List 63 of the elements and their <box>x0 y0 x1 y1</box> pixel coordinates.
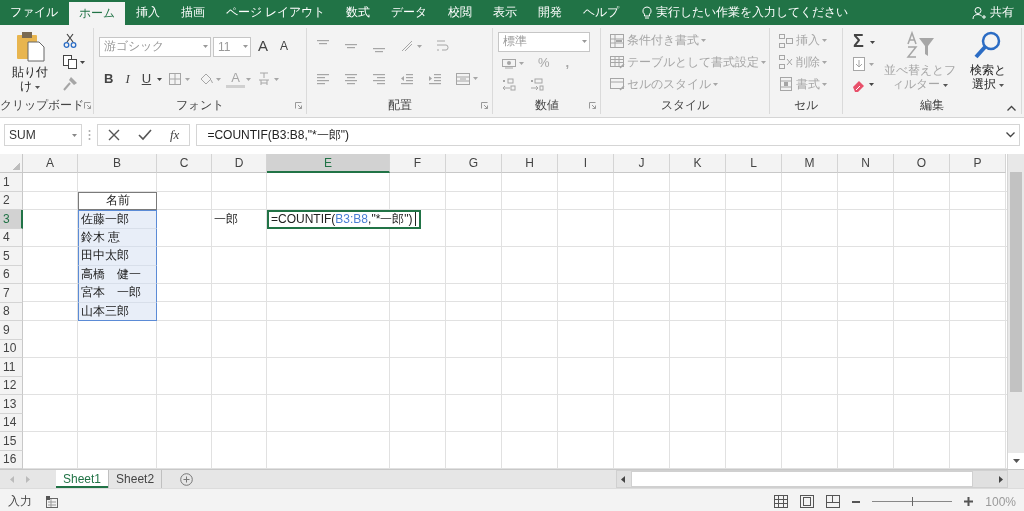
ribbon-tab[interactable]: データ <box>381 0 438 25</box>
row-header[interactable]: 1 <box>0 173 23 192</box>
ribbon-tab[interactable]: 挿入 <box>126 0 170 25</box>
ribbon-tab[interactable]: ホーム <box>69 2 125 25</box>
underline-button[interactable]: U <box>136 71 157 88</box>
column-header[interactable]: D <box>212 154 267 173</box>
column-header[interactable]: H <box>502 154 558 173</box>
grow-font-button[interactable]: A <box>253 37 273 56</box>
column-header[interactable]: C <box>157 154 212 173</box>
column-header[interactable]: M <box>782 154 838 173</box>
row-header[interactable]: 5 <box>0 247 23 266</box>
ribbon-tab[interactable]: 描画 <box>171 0 215 25</box>
bold-button[interactable]: B <box>99 71 119 88</box>
column-header[interactable]: E <box>267 154 390 173</box>
ribbon-tab[interactable]: 開発 <box>528 0 573 25</box>
sheet-cell: 田中太郎 <box>78 247 157 266</box>
insert-function-button[interactable]: fx <box>170 127 180 143</box>
sheet-cell: 佐藤一郎 <box>78 210 157 229</box>
find-select-button[interactable]: 検索と選択 <box>963 28 1013 97</box>
ribbon-tab[interactable]: 数式 <box>336 0 381 25</box>
ribbon-tab[interactable]: ページ レイアウト <box>216 0 336 25</box>
column-header[interactable]: B <box>78 154 157 173</box>
group-label: スタイル <box>661 97 709 114</box>
row-header[interactable]: 7 <box>0 284 23 303</box>
ribbon-tab[interactable]: 校閲 <box>438 0 483 25</box>
group-label: 編集 <box>920 97 944 114</box>
column-header[interactable]: L <box>726 154 782 173</box>
share-button[interactable]: 共有 <box>962 0 1024 25</box>
active-cell[interactable]: =COUNTIF(B3:B8,"*一郎") <box>267 210 421 229</box>
formula-field[interactable]: =COUNTIF(B3:B8,"*一郎") <box>196 124 1020 146</box>
name-box[interactable]: SUM <box>4 124 82 146</box>
ribbon-tab[interactable]: ファイル <box>0 0 68 25</box>
column-header[interactable]: G <box>446 154 502 173</box>
status-mode: 入力 <box>8 493 32 510</box>
sheet-tab[interactable]: Sheet1 <box>56 470 110 488</box>
row-header[interactable]: 11 <box>0 358 23 377</box>
column-header[interactable]: I <box>558 154 614 173</box>
group-label: フォント <box>176 97 224 114</box>
column-header[interactable]: F <box>390 154 446 173</box>
italic-button[interactable]: I <box>120 71 135 88</box>
row-header[interactable]: 15 <box>0 432 23 451</box>
row-header[interactable]: 13 <box>0 395 23 414</box>
row-header[interactable]: 3 <box>0 210 23 229</box>
group-label: クリップボード <box>0 97 84 114</box>
column-header[interactable]: A <box>23 154 78 173</box>
row-header[interactable]: 9 <box>0 321 23 340</box>
autosum-button[interactable]: Σ <box>848 31 869 53</box>
sheet-cell: 宮本 一郎 <box>78 284 157 303</box>
ribbon-tab[interactable]: 表示 <box>483 0 528 25</box>
group-label: セル <box>794 97 818 114</box>
group-label: 数値 <box>534 97 559 114</box>
ribbon-tab[interactable]: ヘルプ <box>573 0 630 25</box>
paste-button[interactable]: 貼り付け <box>5 28 55 97</box>
tell-me-field[interactable]: 実行したい作業を入力してください <box>636 0 855 25</box>
column-header[interactable]: N <box>838 154 894 173</box>
sheet-cell-text: 一郎 <box>213 210 239 228</box>
sheet-cell: 名前 <box>78 191 157 210</box>
column-header[interactable]: O <box>894 154 950 173</box>
shrink-font-button[interactable]: A <box>275 39 294 55</box>
group-label: 配置 <box>387 97 412 114</box>
column-header[interactable]: J <box>614 154 670 173</box>
column-header[interactable]: P <box>950 154 1006 173</box>
column-header[interactable]: K <box>670 154 726 173</box>
